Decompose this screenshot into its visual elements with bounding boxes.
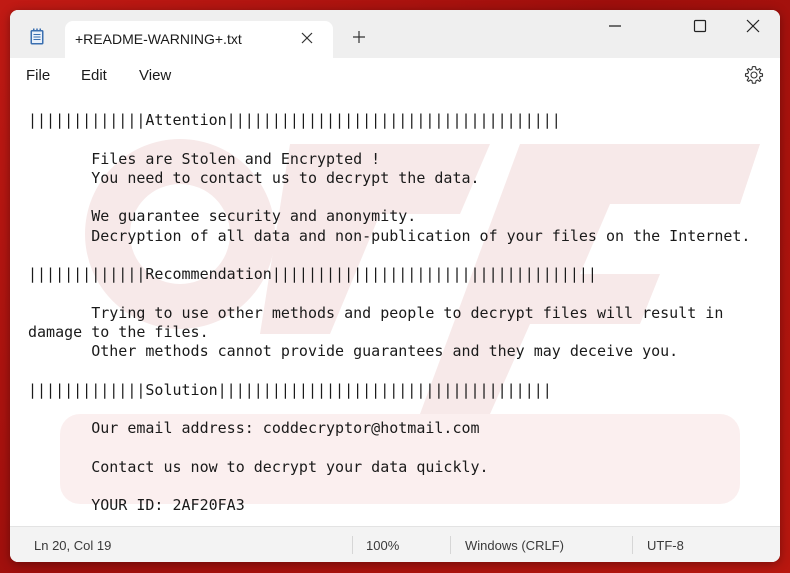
maximize-icon[interactable] [692,18,708,34]
title-bar[interactable]: +README-WARNING+.txt [10,10,780,59]
encoding[interactable]: UTF-8 [647,538,684,553]
gear-icon[interactable] [744,65,764,85]
status-divider [450,536,451,554]
document-text: |||||||||||||Attention||||||||||||||||||… [28,111,751,514]
tab-title: +README-WARNING+.txt [75,31,242,47]
minimize-icon[interactable] [607,18,623,34]
menu-view[interactable]: View [139,67,171,84]
plus-icon[interactable] [352,30,366,44]
tab-readme-warning[interactable]: +README-WARNING+.txt [65,21,333,59]
status-divider [632,536,633,554]
text-editor[interactable]: |||||||||||||Attention||||||||||||||||||… [10,94,780,526]
zoom-level[interactable]: 100% [366,538,399,553]
status-bar: Ln 20, Col 19 100% Windows (CRLF) UTF-8 [10,526,780,562]
close-window-icon[interactable] [745,18,761,34]
close-icon[interactable] [299,30,315,46]
notepad-window: +README-WARNING+.txt File Edit View ||||… [10,10,780,562]
notepad-icon [30,28,44,45]
cursor-position: Ln 20, Col 19 [34,538,112,553]
line-ending[interactable]: Windows (CRLF) [465,538,564,553]
menu-file[interactable]: File [26,67,50,84]
menu-edit[interactable]: Edit [81,67,107,84]
status-divider [352,536,353,554]
menu-bar: File Edit View [10,58,780,94]
